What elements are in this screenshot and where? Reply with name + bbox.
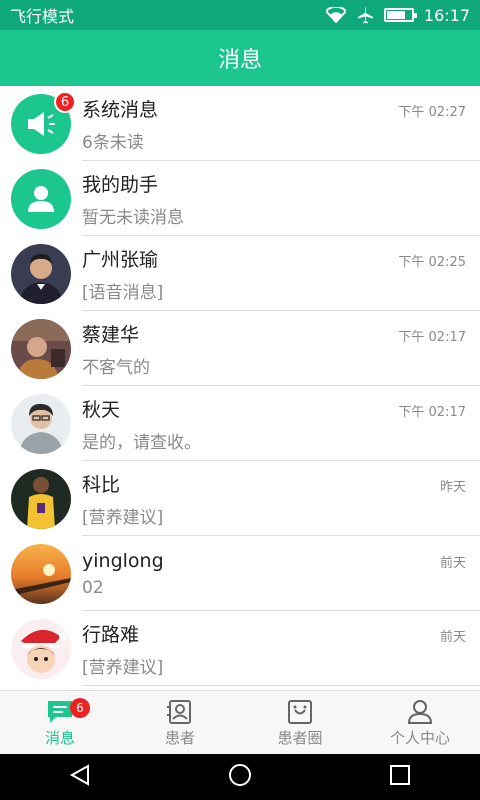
conversation-row[interactable]: 科比 昨天 [营养建议]	[0, 461, 480, 536]
tab-label: 患者圈	[277, 729, 323, 747]
conversation-row[interactable]: yinglong 前天 02	[0, 536, 480, 611]
conversation-list: 6 系统消息 下午 02:27 6条未读 我的助手 暂无未读消息 广州张瑜 下午…	[0, 86, 480, 690]
conversation-row[interactable]: 广州张瑜 下午 02:25 [语音消息]	[0, 236, 480, 311]
tab-messages[interactable]: 6 消息	[0, 691, 120, 754]
smile-box-icon	[287, 697, 313, 727]
avatar	[11, 618, 71, 679]
conversation-name: 科比	[82, 473, 121, 496]
conversation-preview: 6条未读	[82, 132, 144, 153]
conversation-preview: [营养建议]	[82, 657, 164, 678]
conversation-row[interactable]: 行路难 前天 [营养建议]	[0, 611, 480, 686]
conversation-time: 前天	[439, 629, 466, 645]
page-title: 消息	[217, 48, 262, 73]
tab-label: 消息	[44, 729, 75, 747]
chat-icon	[46, 697, 74, 727]
home-icon[interactable]	[228, 763, 252, 791]
conversation-time: 下午 02:25	[398, 254, 466, 270]
airplane-icon	[356, 6, 374, 24]
conversation-name: 广州张瑜	[82, 248, 159, 271]
conversation-preview: 不客气的	[82, 357, 150, 378]
conversation-row-system[interactable]: 6 系统消息 下午 02:27 6条未读	[0, 86, 480, 161]
conversation-preview: 暂无未读消息	[82, 207, 184, 228]
conversation-name: 行路难	[82, 623, 140, 646]
conversation-name: 我的助手	[82, 173, 159, 196]
person-icon	[28, 185, 54, 212]
conversation-preview: [营养建议]	[82, 507, 164, 528]
conversation-preview: [语音消息]	[82, 282, 164, 303]
tab-label: 个人中心	[389, 729, 450, 747]
wifi-icon	[325, 7, 346, 23]
conversation-preview: 是的，请查收。	[82, 432, 201, 453]
user-icon	[407, 697, 433, 727]
conversation-time: 下午 02:27	[398, 104, 466, 120]
clock: 16:17	[423, 5, 470, 25]
megaphone-icon	[28, 111, 55, 136]
conversation-name: 蔡建华	[82, 323, 140, 346]
airplane-mode-text: 飞行模式	[10, 7, 75, 26]
tab-label: 患者	[164, 729, 195, 747]
system-nav-bar	[0, 754, 480, 800]
tab-unread-badge: 6	[70, 698, 90, 718]
conversation-name: yinglong	[82, 549, 164, 572]
assistant-avatar	[11, 168, 71, 229]
battery-icon	[383, 8, 417, 22]
unread-badge: 6	[54, 91, 76, 113]
status-bar: 飞行模式 16:17	[0, 0, 480, 30]
conversation-time: 下午 02:17	[398, 329, 466, 345]
back-icon[interactable]	[68, 763, 92, 791]
bottom-tab-bar: 6 消息 患者 患者圈 个人中心	[0, 690, 480, 754]
conversation-name: 秋天	[82, 398, 121, 421]
conversation-name: 系统消息	[82, 98, 159, 121]
avatar	[11, 468, 71, 529]
recent-apps-icon[interactable]	[388, 763, 412, 791]
conversation-time: 昨天	[439, 479, 466, 495]
avatar	[11, 243, 71, 304]
conversation-time: 前天	[439, 555, 466, 571]
conversation-row[interactable]: 蔡建华 下午 02:17 不客气的	[0, 311, 480, 386]
avatar	[11, 318, 71, 379]
avatar	[11, 543, 71, 604]
avatar	[11, 393, 71, 454]
conversation-time: 下午 02:17	[398, 404, 466, 420]
tab-patient-circle[interactable]: 患者圈	[240, 691, 360, 754]
tab-patients[interactable]: 患者	[120, 691, 240, 754]
page-title-bar: 消息	[0, 30, 480, 86]
tab-profile[interactable]: 个人中心	[360, 691, 480, 754]
conversation-preview: 02	[82, 577, 104, 598]
conversation-row-assistant[interactable]: 我的助手 暂无未读消息	[0, 161, 480, 236]
conversation-row[interactable]: 秋天 下午 02:17 是的，请查收。	[0, 386, 480, 461]
patient-card-icon	[167, 697, 193, 727]
